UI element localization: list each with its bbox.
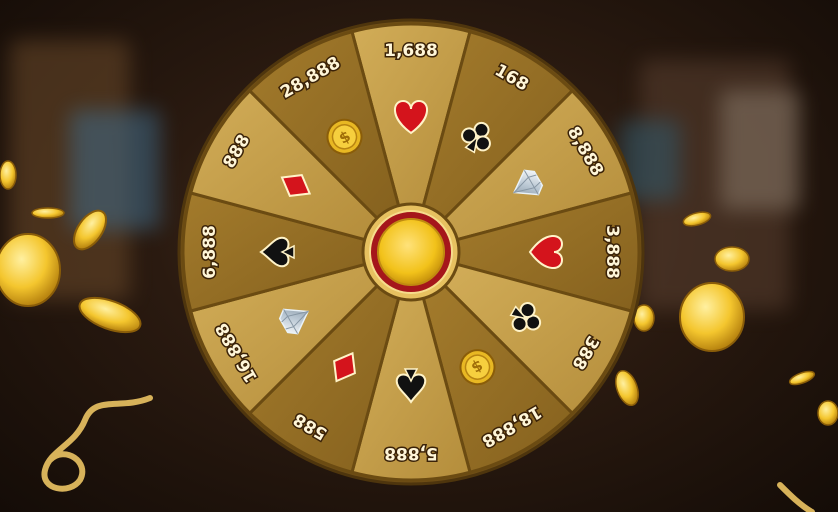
coin-icon <box>714 246 750 272</box>
coin-icon <box>73 209 107 251</box>
coin-icon <box>817 400 838 426</box>
wheel-hub-button[interactable] <box>361 202 461 302</box>
coin-icon <box>788 370 816 386</box>
prize-wheel[interactable]: 1,6881688,8883,88838818,888$5,88858816,8… <box>177 18 645 486</box>
coin-icon <box>0 233 61 307</box>
coin-icon <box>682 211 712 227</box>
coin-icon <box>0 160 17 190</box>
segment-prize-label: 3,888 <box>602 225 622 279</box>
segment-prize-label: 1,688 <box>384 41 438 61</box>
coin-icon <box>78 296 142 334</box>
segment-prize-label: 5,888 <box>384 443 438 463</box>
coin-icon <box>31 207 65 219</box>
segment-prize-label: 6,888 <box>200 225 220 279</box>
coin-icon <box>615 369 639 407</box>
prize-wheel-scene: 1,6881688,8883,88838818,888$5,88858816,8… <box>0 18 838 512</box>
coin-icon <box>679 282 745 352</box>
